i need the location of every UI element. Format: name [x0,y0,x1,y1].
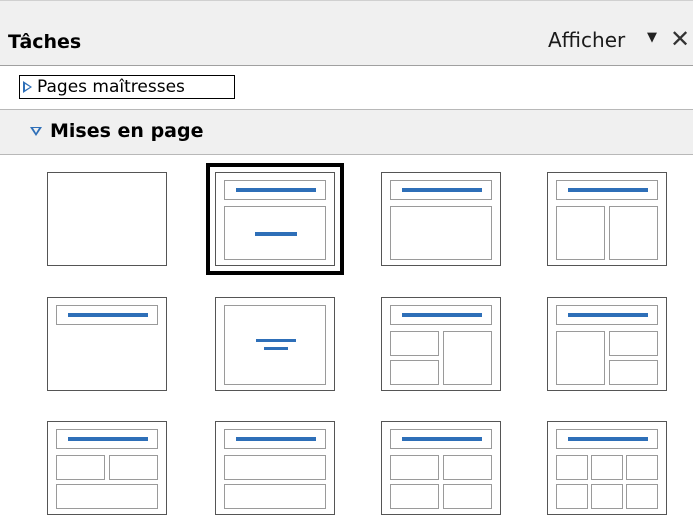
layout-thumb-title-6content[interactable] [547,421,667,515]
content-placeholder-6 [626,484,658,509]
layout-thumb-title-2content-over-content[interactable] [47,421,167,515]
title-line [568,313,648,317]
content-placeholder-bottom [56,484,158,509]
panel-title: Tâches [8,31,82,53]
layouts-label: Mises en page [50,120,204,142]
section-layouts[interactable]: Mises en page [0,110,693,155]
content-placeholder-bottom-right [609,360,658,385]
layout-thumb-centered-text[interactable] [215,297,335,391]
content-placeholder-5 [591,484,623,509]
content-placeholder-top-left [390,331,439,356]
close-icon[interactable]: ✕ [670,25,690,53]
content-placeholder-2 [443,455,492,480]
content-placeholder-4 [556,484,588,509]
title-line [236,188,316,192]
layout-thumb-title-content[interactable] [381,172,501,266]
master-pages-header[interactable]: Pages maîtresses [19,75,235,99]
title-line [568,188,648,192]
layout-thumb-title-two-content[interactable] [547,172,667,266]
title-line [236,437,316,441]
content-placeholder-top [224,455,326,480]
content-placeholder-1 [390,455,439,480]
layout-thumb-title-4content[interactable] [381,421,501,515]
title-line [402,188,482,192]
expand-triangle-icon [23,81,32,93]
content-line-2 [264,347,288,350]
content-placeholder-4 [443,484,492,509]
panel-header: Tâches Afficher ▼ ✕ [0,1,693,66]
section-master-pages[interactable]: Pages maîtresses [0,66,693,110]
content-placeholder-bottom [224,484,326,509]
content-placeholder-2 [591,455,623,480]
title-placeholder [556,180,658,200]
content-placeholder-right [443,331,492,385]
layout-thumb-title-only[interactable] [47,297,167,391]
content-placeholder-right [609,206,658,260]
title-placeholder [556,429,658,449]
title-line [568,437,648,441]
layout-thumb-title-centered[interactable] [206,163,344,275]
title-line [402,437,482,441]
title-line [68,437,148,441]
triangle-down-icon[interactable]: ▼ [647,30,657,45]
content-placeholder [224,206,326,260]
title-placeholder [224,429,326,449]
collapse-triangle-icon [30,127,42,136]
content-placeholder-1 [556,455,588,480]
content-placeholder [224,305,326,385]
content-placeholder-left [556,206,605,260]
master-pages-label: Pages maîtresses [37,77,185,97]
tasks-panel: Tâches Afficher ▼ ✕ Pages maîtresses Mis… [0,0,693,532]
title-placeholder [56,305,158,325]
content-line [255,232,297,236]
title-line [402,313,482,317]
layouts-grid [0,155,693,532]
content-placeholder-top-right [109,455,158,480]
title-placeholder [390,305,492,325]
layout-thumb-blank[interactable] [47,172,167,266]
layout-thumb-title-content-2content[interactable] [547,297,667,391]
layout-thumb-title-2content-content[interactable] [381,297,501,391]
title-line [68,313,148,317]
title-placeholder [390,429,492,449]
content-placeholder-3 [626,455,658,480]
title-placeholder [224,180,326,200]
content-placeholder-left [556,331,605,385]
content-placeholder-3 [390,484,439,509]
content-placeholder-top-left [56,455,105,480]
content-placeholder-bottom-left [390,360,439,385]
content-placeholder-top-right [609,331,658,356]
title-placeholder [390,180,492,200]
view-menu-button[interactable]: Afficher [548,28,625,52]
content-placeholder [390,206,492,260]
title-placeholder [56,429,158,449]
title-placeholder [556,305,658,325]
content-line-1 [256,339,296,342]
layout-thumb-title-content-over-content[interactable] [215,421,335,515]
